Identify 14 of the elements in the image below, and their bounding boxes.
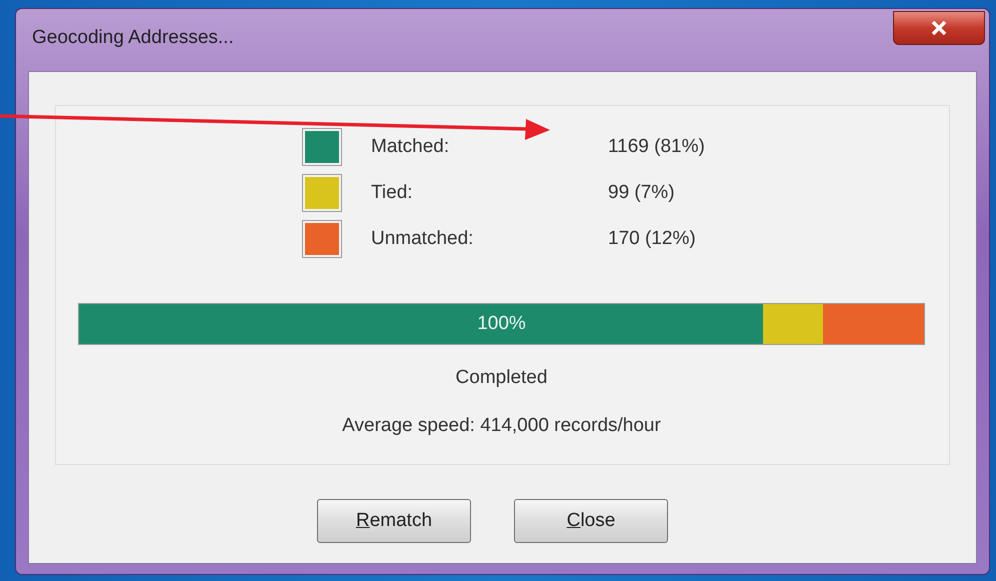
- window-title: Geocoding Addresses...: [32, 27, 234, 49]
- legend-label: Matched:: [371, 136, 450, 158]
- progress-percent: 100%: [476, 313, 527, 335]
- legend-value: 99 (7%): [608, 182, 676, 204]
- dialog-button[interactable]: Close: [514, 499, 668, 543]
- dialog-button[interactable]: Rematch: [317, 499, 471, 543]
- speed-text: Average speed: 414,000 records/hour: [341, 415, 662, 437]
- legend-label: Tied:: [371, 182, 414, 204]
- legend-label: Unmatched:: [371, 228, 474, 250]
- legend-value: 1169 (81%): [608, 136, 706, 158]
- legend-value: 170 (12%): [608, 228, 697, 250]
- status-text: Completed: [454, 367, 548, 389]
- close-icon: [931, 21, 947, 35]
- close-button[interactable]: [893, 11, 985, 45]
